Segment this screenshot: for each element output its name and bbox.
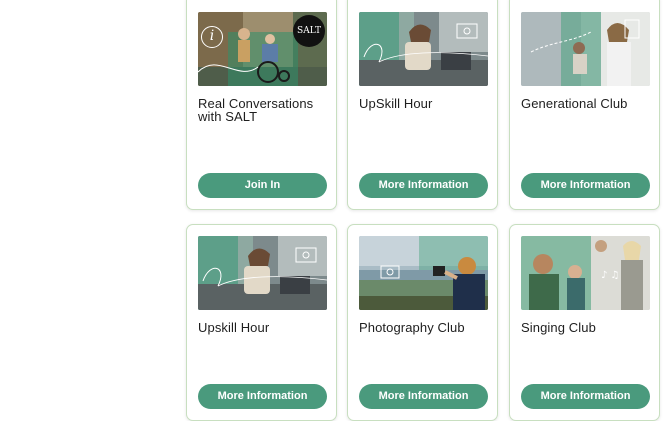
more-information-button[interactable]: More Information <box>521 384 650 409</box>
more-information-button[interactable]: More Information <box>359 384 488 409</box>
activity-title: UpSkill Hour <box>359 96 433 111</box>
activity-card: ♪ ♫ Singing Club More Information <box>509 224 660 421</box>
activity-title: Upskill Hour <box>198 320 270 335</box>
activity-card: Photography Club More Information <box>347 224 498 421</box>
activity-card: i SALT Real Conversations with SALT Join… <box>186 0 337 210</box>
activity-image[interactable] <box>359 12 488 86</box>
activity-card: Generational Club More Information <box>509 0 660 210</box>
activity-title: Generational Club <box>521 96 628 111</box>
activity-image[interactable] <box>198 236 327 310</box>
activity-title: Singing Club <box>521 320 596 335</box>
activity-card-grid: i SALT Real Conversations with SALT Join… <box>186 0 662 421</box>
svg-text:♪ ♫: ♪ ♫ <box>601 270 620 281</box>
more-information-button[interactable]: More Information <box>521 173 650 198</box>
more-information-button[interactable]: More Information <box>359 173 488 198</box>
activity-image[interactable] <box>359 236 488 310</box>
info-icon: i <box>201 26 223 48</box>
activity-card: UpSkill Hour More Information <box>347 0 498 210</box>
activity-image[interactable]: ♪ ♫ <box>521 236 650 310</box>
activity-image[interactable]: i SALT <box>198 12 327 86</box>
join-in-button[interactable]: Join In <box>198 173 327 198</box>
activity-title: Photography Club <box>359 320 465 335</box>
activity-image[interactable] <box>521 12 650 86</box>
activity-title: Real Conversations with SALT <box>198 96 314 124</box>
salt-logo: SALT <box>293 15 325 47</box>
activity-card: Upskill Hour More Information <box>186 224 337 421</box>
more-information-button[interactable]: More Information <box>198 384 327 409</box>
